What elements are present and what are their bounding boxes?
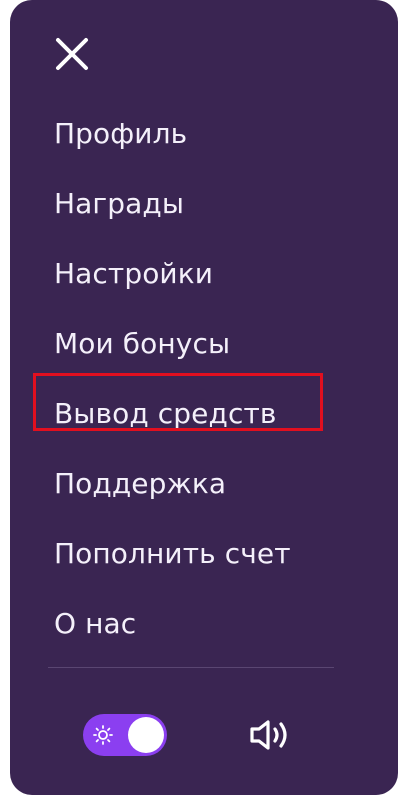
- side-menu-panel: Профиль Награды Настройки Мои бонусы Выв…: [10, 0, 398, 795]
- menu-item-settings[interactable]: Настройки: [54, 238, 291, 308]
- menu-item-label: Поддержка: [54, 466, 227, 500]
- menu-list: Профиль Награды Настройки Мои бонусы Выв…: [54, 98, 291, 658]
- close-button[interactable]: [54, 36, 90, 72]
- menu-item-top-up-account[interactable]: Пополнить счет: [54, 518, 291, 588]
- menu-item-label: Вывод средств: [54, 396, 277, 430]
- menu-item-support[interactable]: Поддержка: [54, 448, 291, 518]
- menu-item-label: Пополнить счет: [54, 536, 291, 570]
- close-icon: [56, 38, 88, 70]
- divider: [48, 667, 334, 668]
- menu-item-label: Мои бонусы: [54, 326, 231, 360]
- toggle-knob[interactable]: [128, 717, 164, 753]
- menu-item-withdraw-funds[interactable]: Вывод средств: [54, 378, 291, 448]
- menu-item-my-bonuses[interactable]: Мои бонусы: [54, 308, 291, 378]
- menu-item-about-us[interactable]: О нас: [54, 588, 291, 658]
- menu-item-label: Награды: [54, 186, 185, 220]
- menu-item-label: Настройки: [54, 256, 214, 290]
- menu-item-rewards[interactable]: Награды: [54, 168, 291, 238]
- menu-item-label: Профиль: [54, 116, 188, 150]
- menu-item-profile[interactable]: Профиль: [54, 98, 291, 168]
- speaker-icon: [250, 720, 287, 750]
- theme-toggle[interactable]: [83, 714, 167, 756]
- menu-item-label: О нас: [54, 606, 137, 640]
- sound-button[interactable]: [248, 718, 296, 752]
- sun-icon: [93, 725, 113, 745]
